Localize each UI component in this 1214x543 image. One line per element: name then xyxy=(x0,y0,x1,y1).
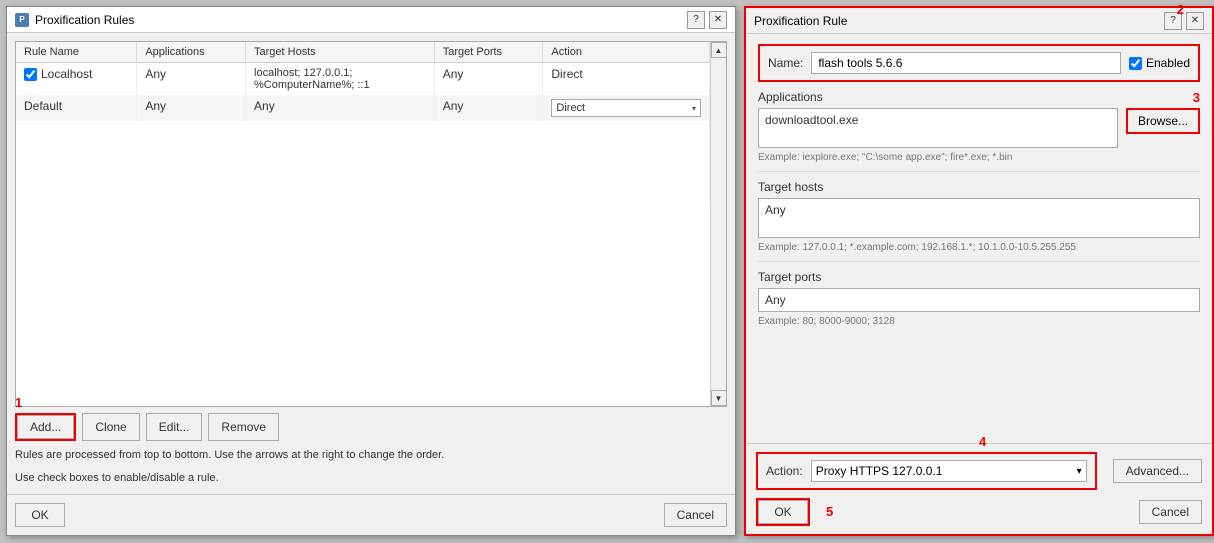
target-ports-label: Target ports xyxy=(758,270,1200,284)
info-text-2: Use check boxes to enable/disable a rule… xyxy=(15,470,727,487)
right-title-group: Proxification Rule xyxy=(754,14,847,28)
target-hosts-section: Target hosts Any Example: 127.0.0.1; *.e… xyxy=(758,180,1200,253)
app-icon: P xyxy=(15,13,29,27)
applications-input[interactable]: downloadtool.exe xyxy=(758,108,1118,148)
titlebar-buttons: ? ✕ xyxy=(687,11,727,29)
row2-name-label: Default xyxy=(24,99,62,113)
left-dialog: P Proxification Rules ? ✕ Rule Name Appl… xyxy=(6,6,736,536)
left-dialog-content: Rule Name Applications Target Hosts Targ… xyxy=(7,33,735,494)
target-hosts-example: Example: 127.0.0.1; *.example.com; 192.1… xyxy=(758,242,1200,253)
divider-2 xyxy=(758,261,1200,262)
table-header-row: Rule Name Applications Target Hosts Targ… xyxy=(16,42,710,63)
right-close-button[interactable]: ✕ xyxy=(1186,12,1204,30)
rules-table-container: Rule Name Applications Target Hosts Targ… xyxy=(15,41,727,407)
row2-name: Default xyxy=(16,95,137,121)
col-applications: Applications xyxy=(137,42,246,63)
right-cancel-button[interactable]: Cancel xyxy=(1139,500,1202,524)
action-buttons-row: 1 Add... Clone Edit... Remove xyxy=(15,413,727,441)
action-dropdown[interactable]: Direct ▾ xyxy=(551,99,701,117)
target-ports-input[interactable]: Any xyxy=(758,288,1200,312)
right-dialog-title: Proxification Rule xyxy=(754,14,847,28)
applications-inner: downloadtool.exe xyxy=(758,108,1118,148)
ok-button-wrap: OK xyxy=(756,498,810,526)
col-target-ports: Target Ports xyxy=(434,42,543,63)
applications-label: Applications xyxy=(758,90,1200,104)
action-value: Proxy HTTPS 127.0.0.1 xyxy=(816,464,943,478)
row1-name-label: Localhost xyxy=(41,67,92,81)
row1-checkbox[interactable] xyxy=(24,68,37,81)
divider-1 xyxy=(758,171,1200,172)
target-hosts-label: Target hosts xyxy=(758,180,1200,194)
row2-apps: Any xyxy=(137,95,246,121)
left-dialog-title: Proxification Rules xyxy=(35,13,134,27)
action-dropdown-right[interactable]: Proxy HTTPS 127.0.0.1 ▾ xyxy=(811,460,1087,482)
left-dialog-footer: OK Cancel xyxy=(7,494,735,535)
applications-row: downloadtool.exe 3 Browse... xyxy=(758,108,1200,148)
right-ok-button[interactable]: OK xyxy=(758,500,808,524)
right-titlebar-buttons: ? ✕ xyxy=(1164,12,1204,30)
enabled-checkbox[interactable] xyxy=(1129,57,1142,70)
target-ports-example: Example: 80; 8000-9000; 3128 xyxy=(758,316,1200,327)
right-titlebar: Proxification Rule ? ✕ xyxy=(746,8,1212,34)
col-target-hosts: Target Hosts xyxy=(246,42,435,63)
action-section: Action: Proxy HTTPS 127.0.0.1 ▾ xyxy=(756,452,1097,490)
advanced-button[interactable]: Advanced... xyxy=(1113,459,1202,483)
rules-table-inner: Rule Name Applications Target Hosts Targ… xyxy=(16,42,710,406)
rules-table: Rule Name Applications Target Hosts Targ… xyxy=(16,42,710,201)
scroll-up-button[interactable]: ▲ xyxy=(711,42,727,58)
help-button[interactable]: ? xyxy=(687,11,705,29)
left-ok-button[interactable]: OK xyxy=(15,503,65,527)
empty-cell xyxy=(16,121,710,201)
clone-button[interactable]: Clone xyxy=(82,413,139,441)
name-label: Name: xyxy=(768,56,803,70)
table-row[interactable]: Default Any Any Any Direct ▾ xyxy=(16,95,710,121)
annotation-1: 1 xyxy=(15,395,22,410)
scroll-down-button[interactable]: ▼ xyxy=(711,390,727,406)
row2-action[interactable]: Direct ▾ xyxy=(543,95,710,121)
row2-hosts: Any xyxy=(246,95,435,121)
close-button[interactable]: ✕ xyxy=(709,11,727,29)
col-rule-name: Rule Name xyxy=(16,42,137,63)
col-action: Action xyxy=(543,42,710,63)
table-row[interactable]: Localhost Any localhost; 127.0.0.1;%Comp… xyxy=(16,63,710,96)
row1-apps: Any xyxy=(137,63,246,96)
right-dialog-wrapper: 2 Proxification Rule ? ✕ Name: Enabled xyxy=(736,0,1214,543)
dropdown-arrow-icon: ▾ xyxy=(692,104,696,113)
name-input[interactable] xyxy=(811,52,1121,74)
annotation-3: 3 xyxy=(1193,90,1200,105)
remove-button[interactable]: Remove xyxy=(208,413,279,441)
annotation-2: 2 xyxy=(1177,2,1184,17)
left-title-group: P Proxification Rules xyxy=(15,13,134,27)
row2-ports: Any xyxy=(434,95,543,121)
name-section: Name: Enabled xyxy=(758,44,1200,82)
target-hosts-input[interactable]: Any xyxy=(758,198,1200,238)
add-button[interactable]: Add... xyxy=(17,415,74,439)
info-text-1: Rules are processed from top to bottom. … xyxy=(15,447,727,464)
row1-hosts: localhost; 127.0.0.1;%ComputerName%; ::1 xyxy=(246,63,435,96)
right-dialog: Proxification Rule ? ✕ Name: Enabled App… xyxy=(744,6,1214,536)
target-ports-section: Target ports Any Example: 80; 8000-9000;… xyxy=(758,270,1200,327)
applications-section: Applications downloadtool.exe 3 Browse..… xyxy=(758,90,1200,163)
left-titlebar: P Proxification Rules ? ✕ xyxy=(7,7,735,33)
right-footer: 4 Action: Proxy HTTPS 127.0.0.1 ▾ Advanc… xyxy=(746,443,1212,534)
edit-button[interactable]: Edit... xyxy=(146,413,203,441)
footer-bottom-row: 5 OK Cancel xyxy=(756,498,1202,526)
action-dropdown-arrow-icon: ▾ xyxy=(1077,466,1082,477)
action-label: Action: xyxy=(766,464,803,478)
table-row-empty xyxy=(16,121,710,201)
row1-ports: Any xyxy=(434,63,543,96)
table-scrollbar: ▲ ▼ xyxy=(710,42,726,406)
browse-btn-wrap: 3 Browse... xyxy=(1126,108,1200,134)
browse-button[interactable]: Browse... xyxy=(1126,108,1200,134)
annotation-4: 4 xyxy=(979,434,986,449)
right-content: Name: Enabled Applications downloadtool.… xyxy=(746,34,1212,443)
annotation-5: 5 xyxy=(826,504,833,519)
action-footer-row: 4 Action: Proxy HTTPS 127.0.0.1 ▾ Advanc… xyxy=(756,452,1202,490)
row1-action: Direct xyxy=(543,63,710,96)
row1-name: Localhost xyxy=(16,63,137,96)
enabled-section: Enabled xyxy=(1129,56,1190,70)
applications-example: Example: iexplore.exe; "C:\some app.exe"… xyxy=(758,152,1200,163)
left-cancel-button[interactable]: Cancel xyxy=(664,503,727,527)
enabled-label: Enabled xyxy=(1146,56,1190,70)
